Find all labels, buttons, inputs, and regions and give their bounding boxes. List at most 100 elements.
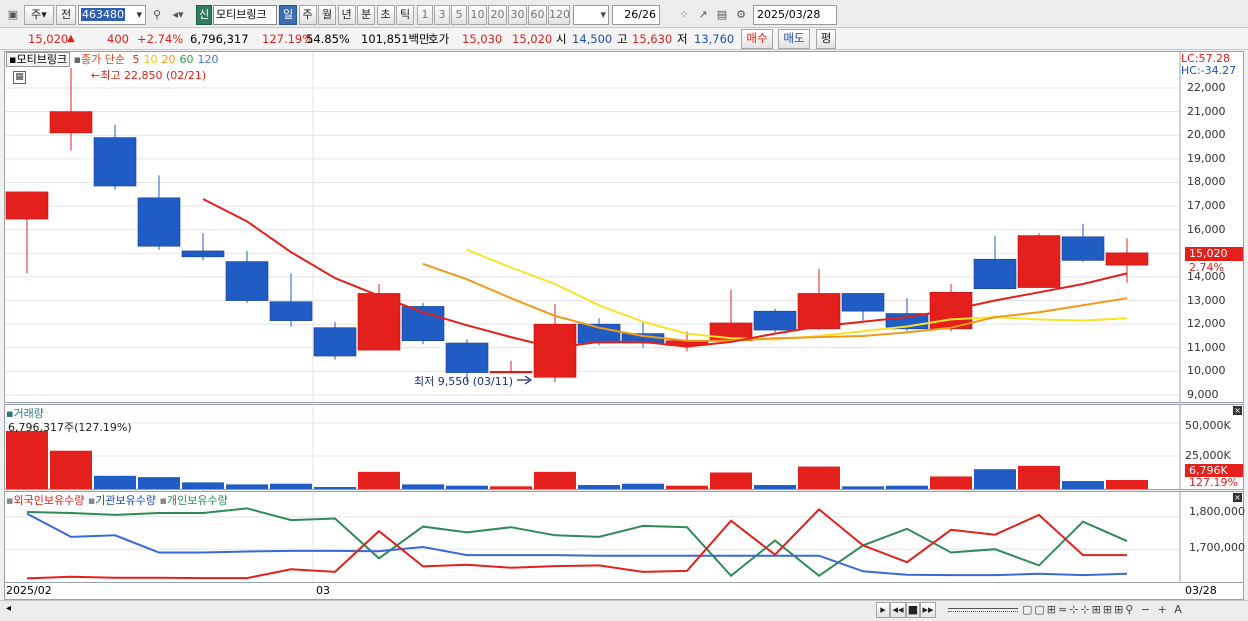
nav-buttons: ▸ ◂◂ ■ ▸▸: [876, 602, 936, 618]
volume-chart[interactable]: [5, 405, 1243, 489]
volume-bar: [226, 484, 268, 489]
candle-body: [445, 342, 489, 373]
x-mid: 03: [316, 584, 330, 597]
volume-bar: [578, 485, 620, 489]
volume-bar: [930, 476, 972, 489]
hold-tick-1700k: 1,700,000: [1189, 541, 1245, 554]
interval-tab[interactable]: 1: [417, 5, 433, 25]
price-tick-label: 16,000: [1187, 222, 1226, 236]
period-tab[interactable]: 일: [279, 5, 297, 25]
eval-button[interactable]: 평: [816, 29, 836, 49]
period-tab[interactable]: 주: [298, 5, 317, 25]
interval-tabs: 1 3 5 10 20 30 60 120: [417, 5, 571, 25]
vol-tick-50k: 50,000K: [1185, 419, 1231, 432]
volume-bar: [886, 485, 928, 489]
scroll-left-icon[interactable]: ◂: [6, 603, 11, 614]
price-tick-label: 9,000: [1187, 388, 1219, 401]
chart-type-select[interactable]: 주▾: [24, 5, 54, 25]
zoom-slider[interactable]: [948, 608, 1018, 612]
price-tick-label: 12,000: [1187, 317, 1226, 331]
close-icon[interactable]: ×: [1233, 406, 1242, 415]
ma-period-label: 10: [143, 53, 158, 66]
interval-tab[interactable]: 5: [451, 5, 467, 25]
tool-icons[interactable]: ▢▢⊞≈⊹⊹⊞⊞⊞⚲ − + A: [1022, 603, 1184, 616]
buy-button[interactable]: 매수: [741, 29, 773, 49]
price-tick-label: 17,000: [1187, 199, 1226, 213]
price-tick-label: 21,000: [1187, 104, 1226, 118]
volume-bar: [358, 471, 400, 489]
vol-tick-25k: 25,000K: [1185, 449, 1231, 462]
interval-tab[interactable]: 30: [508, 5, 527, 25]
interval-tab[interactable]: 10: [468, 5, 487, 25]
interval-tab[interactable]: 60: [528, 5, 547, 25]
legend-foreign: 외국인보유수량: [13, 494, 85, 507]
period-tab[interactable]: 년: [337, 5, 356, 25]
legend-ma-label: 종가 단순: [81, 53, 126, 66]
candle-body: [5, 191, 49, 220]
bid-price-1: 15,030: [462, 32, 503, 46]
candle-body: [1017, 235, 1061, 288]
sell-button[interactable]: 매도: [778, 29, 810, 49]
new-stock-badge: 신: [196, 5, 212, 25]
close-icon[interactable]: ×: [1233, 493, 1242, 502]
fast-forward-icon[interactable]: ▸▸: [920, 602, 936, 618]
price-panel: ▪모티브링크 ▪종가 단순 5 10 20 60 120 ←최고 22,850 (02/…: [4, 51, 1244, 403]
volume-bar: [1062, 481, 1104, 489]
calculator-icon[interactable]: ▦: [13, 71, 26, 84]
window-icon[interactable]: ▣: [4, 5, 22, 25]
save-icon[interactable]: ▤: [713, 5, 731, 25]
count-field[interactable]: 26/26: [612, 5, 660, 25]
interval-tab[interactable]: 3: [434, 5, 450, 25]
up-arrow-icon: ▲: [67, 33, 75, 44]
date-field[interactable]: 2025/03/28: [753, 5, 837, 25]
play-icon[interactable]: ▸: [876, 602, 890, 618]
open-label: 시: [556, 32, 567, 46]
volume-bar: [6, 430, 48, 489]
sound-icon[interactable]: ◂▾: [167, 5, 189, 25]
price-legend: ▪모티브링크 ▪종가 단순 5 10 20 60 120: [6, 52, 219, 67]
price-change: 400: [107, 32, 129, 46]
period-tab[interactable]: 틱: [396, 5, 414, 25]
holdings-panel: ▪외국인보유수량 ▪기관보유수량 ▪개인보유수량 × 1,800,000 1,7…: [4, 491, 1245, 583]
candle-body: [753, 310, 797, 331]
candle-body: [533, 323, 577, 378]
legend-stock-name[interactable]: ▪모티브링크: [6, 52, 71, 67]
volume-bar: [974, 469, 1016, 489]
period-tab[interactable]: 분: [357, 5, 375, 25]
period-tab[interactable]: 월: [318, 5, 336, 25]
period-tab[interactable]: 초: [376, 5, 395, 25]
trade-amount: 101,851백만: [361, 32, 430, 46]
candle-body: [797, 293, 841, 330]
draw-icon[interactable]: ↗: [694, 5, 712, 25]
open-price: 14,500: [572, 32, 613, 46]
rewind-icon[interactable]: ◂◂: [890, 602, 906, 618]
price-tick-label: 20,000: [1187, 128, 1226, 142]
candle-body: [49, 111, 93, 134]
bid-label: 호가: [428, 32, 450, 46]
interval-tab[interactable]: 20: [488, 5, 507, 25]
prev-button[interactable]: 전: [56, 5, 76, 25]
volume-bar: [666, 485, 708, 489]
volume-bar: [314, 487, 356, 489]
gear-icon[interactable]: ⚙: [732, 5, 750, 25]
interval-tab[interactable]: 120: [548, 5, 570, 25]
price-tick-label: 11,000: [1187, 340, 1226, 354]
price-chart[interactable]: [5, 52, 1243, 402]
last-price-tag: 15,020: [1185, 247, 1243, 261]
stock-name-field[interactable]: 모티브링크: [213, 5, 277, 25]
volume-bar: [50, 450, 92, 489]
legend-individual: 개인보유수량: [166, 494, 228, 507]
quote-bar: 15,020 ▲ 400 +2.74% 6,796,317 127.19% 54…: [0, 28, 1248, 50]
turnover-rate: 54.85%: [306, 32, 350, 46]
crosshair-icon[interactable]: ⁘: [675, 5, 693, 25]
volume-bar: [490, 486, 532, 489]
search-icon[interactable]: ⚲: [148, 5, 166, 25]
candle-body: [1061, 236, 1105, 261]
hc-value: HC:-34.27: [1181, 64, 1237, 77]
stop-icon[interactable]: ■: [906, 602, 920, 618]
unit-select[interactable]: ▾: [573, 5, 609, 25]
stock-code-input[interactable]: 463480 ▾: [78, 5, 146, 25]
current-price: 15,020: [28, 32, 69, 46]
min-marker-arrow: [517, 375, 533, 385]
candle-body: [181, 250, 225, 258]
